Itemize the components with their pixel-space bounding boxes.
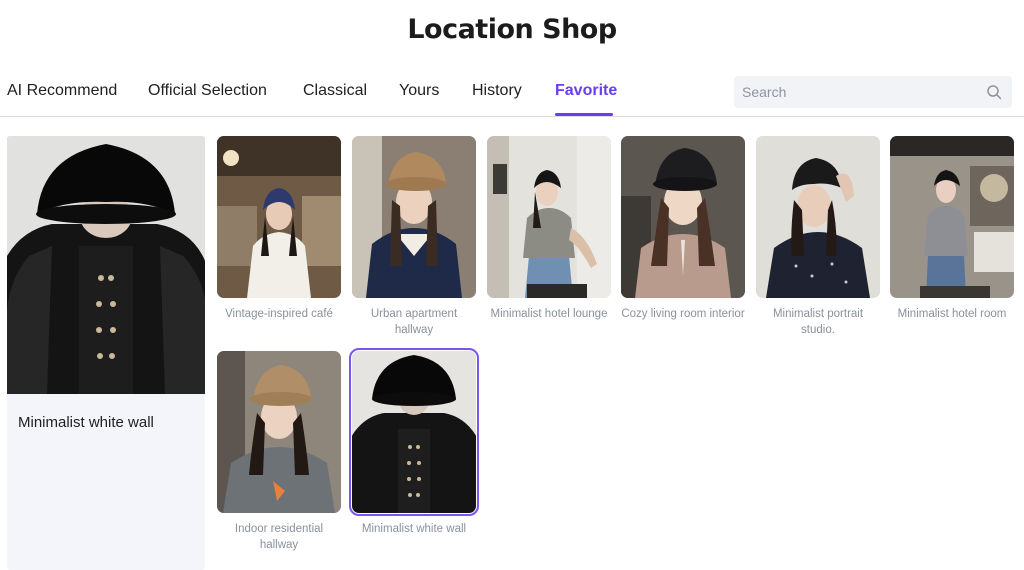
location-thumbnail[interactable]: [217, 351, 341, 513]
location-card[interactable]: Cozy living room interior: [621, 136, 745, 322]
location-thumbnail[interactable]: [890, 136, 1014, 298]
location-card-selected[interactable]: Minimalist white wall: [349, 348, 479, 537]
featured-preview-image: [7, 136, 205, 394]
location-card[interactable]: Minimalist hotel lounge: [487, 136, 611, 322]
location-card[interactable]: Urban apartment hallway: [352, 136, 476, 338]
search-input[interactable]: [742, 76, 978, 108]
location-caption: Vintage-inspired café: [225, 308, 333, 320]
tab-favorite[interactable]: Favorite: [555, 82, 617, 100]
location-caption: Urban apartment hallway: [370, 308, 458, 336]
page-title: Location Shop: [407, 14, 617, 45]
location-thumbnail[interactable]: [217, 136, 341, 298]
location-thumbnail[interactable]: [621, 136, 745, 298]
location-caption: Cozy living room interior: [621, 308, 745, 320]
tab-ai-recommend[interactable]: AI Recommend: [7, 82, 117, 100]
location-card[interactable]: Minimalist hotel room: [890, 136, 1014, 322]
location-thumbnail[interactable]: [352, 136, 476, 298]
tab-history[interactable]: History: [472, 82, 522, 100]
location-thumbnail[interactable]: [487, 136, 611, 298]
search-box[interactable]: [734, 76, 1012, 108]
featured-location-title: Minimalist white wall: [18, 414, 154, 431]
featured-location-panel[interactable]: Minimalist white wall: [7, 136, 205, 570]
location-card[interactable]: Minimalist portrait studio.: [756, 136, 880, 338]
tab-classical[interactable]: Classical: [303, 82, 367, 100]
location-caption: Minimalist hotel lounge: [490, 308, 608, 320]
search-icon[interactable]: [986, 84, 1002, 100]
location-caption: Minimalist portrait studio.: [772, 308, 864, 336]
location-card[interactable]: Vintage-inspired café: [217, 136, 341, 322]
location-thumbnail[interactable]: [756, 136, 880, 298]
location-caption: Indoor residential hallway: [234, 523, 324, 551]
tab-official-selection[interactable]: Official Selection: [148, 82, 267, 100]
location-card[interactable]: Indoor residential hallway: [217, 351, 341, 553]
location-thumbnail[interactable]: [349, 348, 479, 516]
tabs-divider: [0, 116, 1024, 117]
location-caption: Minimalist white wall: [361, 523, 467, 535]
tab-yours[interactable]: Yours: [399, 82, 439, 100]
location-caption: Minimalist hotel room: [897, 308, 1007, 320]
